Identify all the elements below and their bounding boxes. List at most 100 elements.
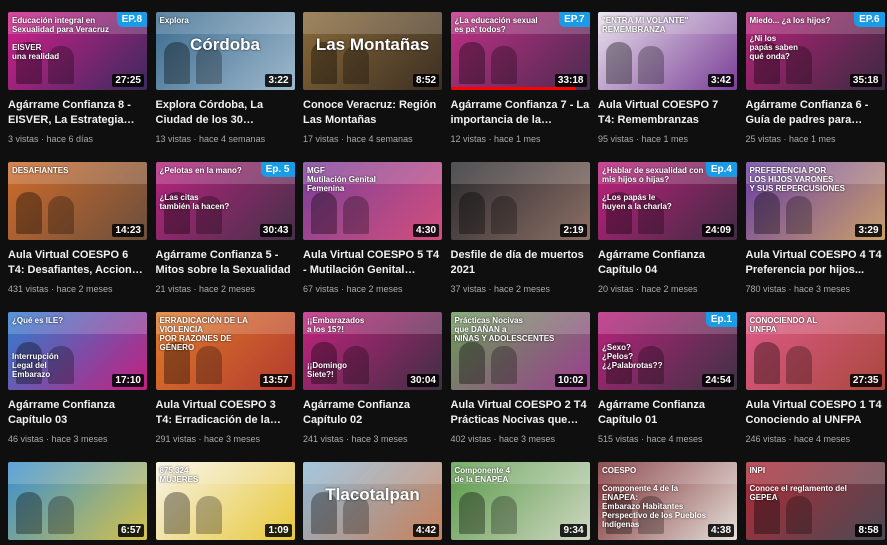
video-thumbnail[interactable]: Explora Córdoba 3:22 xyxy=(155,12,295,90)
video-title[interactable]: Aula Virtual COESPO 3 T4: Erradicación d… xyxy=(156,398,295,428)
video-title[interactable]: Aula Virtual COESPO 6 T4: Desafiantes, A… xyxy=(8,248,147,278)
video-card[interactable]: ¿Sexo? ¿Pelos? ¿¿Palabrotas?? Ep.1 24:54 Ag… xyxy=(598,312,737,462)
video-thumbnail[interactable]: ERRADICACIÓN DE LA VIOLENCIA POR RAZONES… xyxy=(155,312,295,390)
video-card[interactable]: COESPO Componente 4 de la ENAPEA: Embara… xyxy=(598,462,737,542)
video-thumbnail[interactable]: "ENTRA MI VOLANTE" REMEMBRANZA 3:42 xyxy=(598,12,737,90)
upload-age: hace 4 meses xyxy=(794,434,851,444)
video-title[interactable]: Aula Virtual COESPO 7 T4: Remembranzas xyxy=(598,98,737,128)
upload-age: hace 3 meses xyxy=(794,284,851,294)
video-thumbnail[interactable]: 2:19 xyxy=(450,162,590,240)
upload-age: hace 2 meses xyxy=(641,284,698,294)
video-card[interactable]: CONOCIENDO AL UNFPA 27:35 Aula Virtual COE… xyxy=(745,312,885,462)
video-card[interactable]: MGF Mutilación Genital Femenina 4:30 Aula … xyxy=(303,162,442,312)
video-card[interactable]: DESAFIANTES 14:23 Aula Virtual COESPO 6 T4… xyxy=(8,162,147,312)
video-card[interactable]: ¡¡Embarazados a los 15?! ¡¡Domingo Siete… xyxy=(303,312,442,462)
video-card[interactable]: Las Montañas 8:52 Conoce Veracruz: Región … xyxy=(303,12,442,162)
video-card[interactable]: ¿Hablar de sexualidad con mis hijos o hi… xyxy=(598,162,737,312)
upload-age: hace 3 meses xyxy=(51,434,108,444)
video-card[interactable]: 2:19 Desfile de día de muertos 2021 37 vis… xyxy=(450,162,590,312)
video-title[interactable]: Agárrame Confianza Capítulo 01 xyxy=(598,398,737,428)
thumbnail-figure xyxy=(458,42,485,84)
duration-badge: 30:04 xyxy=(407,374,439,387)
video-thumbnail[interactable]: 875,324 MUJERES 1:09 xyxy=(155,462,295,540)
video-thumbnail[interactable]: Miedo... ¿a los hijos? ¿Ni los papás sab… xyxy=(745,12,885,90)
thumbnail-figure xyxy=(785,196,812,234)
video-thumbnail[interactable]: PREFERENCIA POR LOS HIJOS VARONES Y SUS … xyxy=(745,162,885,240)
video-thumbnail[interactable]: ¿La educación sexual es pa' todos? EP.7 33… xyxy=(450,12,590,90)
thumbnail-banner xyxy=(303,12,442,34)
video-grid: Educación integral en Sexualidad para Ve… xyxy=(8,12,885,542)
video-thumbnail[interactable]: COESPO Componente 4 de la ENAPEA: Embara… xyxy=(598,462,737,540)
video-card[interactable]: "ENTRA MI VOLANTE" REMEMBRANZA 3:42 Aula V… xyxy=(598,12,737,162)
video-title[interactable]: Agárrame Confianza Capítulo 02 xyxy=(303,398,442,428)
video-card[interactable]: ¿Qué es ILE? Interrupción Legal del Emba… xyxy=(8,312,147,462)
video-title[interactable]: Aula Virtual COESPO 2 T4 Prácticas Nociv… xyxy=(451,398,590,428)
video-thumbnail[interactable]: INPI Conoce el reglamento del GEPEA 8:58 xyxy=(745,462,885,540)
video-title[interactable]: Agárrame Confianza Capítulo 04 xyxy=(598,248,737,278)
video-title[interactable]: Aula Virtual COESPO 5 T4 - Mutilación Ge… xyxy=(303,248,442,278)
view-count: 37 vistas xyxy=(450,284,487,294)
video-thumbnail[interactable]: ¿Hablar de sexualidad con mis hijos o hi… xyxy=(598,162,737,240)
duration-badge: 3:42 xyxy=(707,74,734,87)
video-card[interactable]: ERRADICACIÓN DE LA VIOLENCIA POR RAZONES… xyxy=(155,312,295,462)
duration-badge: 33:18 xyxy=(554,74,587,87)
video-card[interactable]: INPI Conoce el reglamento del GEPEA 8:58 xyxy=(745,462,885,542)
video-title[interactable]: Agárrame Confianza 7 - La importancia de… xyxy=(451,98,590,128)
thumbnail-text: 875,324 MUJERES xyxy=(159,466,199,484)
thumbnail-text: ¿Pelotas en la mano? ¿Las citas también … xyxy=(159,166,242,211)
video-thumbnail[interactable]: Componente 4 de la ENAPEA 9:34 xyxy=(450,462,590,540)
video-title[interactable]: Desfile de día de muertos 2021 xyxy=(451,248,590,278)
video-thumbnail[interactable]: Educación integral en Sexualidad para Ve… xyxy=(8,12,147,90)
video-title[interactable]: Agárrame Confianza 6 - Guía de padres pa… xyxy=(746,98,885,128)
video-title[interactable]: Aula Virtual COESPO 4 T4 Preferencia por… xyxy=(746,248,885,278)
thumbnail-figure xyxy=(490,346,517,384)
watch-progress-bar xyxy=(450,87,576,90)
view-count: 25 vistas xyxy=(745,134,782,144)
video-thumbnail[interactable]: Las Montañas 8:52 xyxy=(303,12,442,90)
duration-badge: 30:43 xyxy=(259,224,292,237)
video-thumbnail[interactable]: ¿Pelotas en la mano? ¿Las citas también … xyxy=(155,162,295,240)
video-card[interactable]: 6:57 xyxy=(8,462,147,542)
video-thumbnail[interactable]: Tlacotalpan 4:42 xyxy=(303,462,442,540)
video-thumbnail[interactable]: Prácticas Nocivas que DAÑAN a NIÑAS Y AD… xyxy=(450,312,590,390)
upload-age: hace 3 meses xyxy=(351,434,408,444)
video-card[interactable]: Educación integral en Sexualidad para Ve… xyxy=(8,12,147,162)
duration-badge: 8:58 xyxy=(855,524,882,537)
video-thumbnail[interactable]: CONOCIENDO AL UNFPA 27:35 xyxy=(745,312,885,390)
view-count: 21 vistas xyxy=(155,284,192,294)
video-title[interactable]: Explora Córdoba, La Ciudad de los 30 Cab… xyxy=(156,98,295,128)
view-count: 431 vistas xyxy=(8,284,49,294)
video-thumbnail[interactable]: MGF Mutilación Genital Femenina 4:30 xyxy=(303,162,442,240)
video-card[interactable]: ¿La educación sexual es pa' todos? EP.7 33… xyxy=(450,12,590,162)
video-title[interactable]: Agárrame Confianza 8 - EISVER, La Estrat… xyxy=(8,98,147,128)
video-thumbnail[interactable]: ¿Sexo? ¿Pelos? ¿¿Palabrotas?? Ep.1 24:54 xyxy=(598,312,737,390)
duration-badge: 10:02 xyxy=(554,374,587,387)
video-card[interactable]: Miedo... ¿a los hijos? ¿Ni los papás sab… xyxy=(745,12,885,162)
thumbnail-text: ¿La educación sexual es pa' todos? xyxy=(454,16,538,34)
video-card[interactable]: Prácticas Nocivas que DAÑAN a NIÑAS Y AD… xyxy=(450,312,590,462)
meta-separator: · xyxy=(196,434,205,444)
video-title[interactable]: Conoce Veracruz: Región Las Montañas xyxy=(303,98,442,128)
video-card[interactable]: Tlacotalpan 4:42 xyxy=(303,462,442,542)
video-title[interactable]: Aula Virtual COESPO 1 T4 Conociendo al U… xyxy=(746,398,885,428)
thumbnail-figure xyxy=(753,192,780,234)
video-thumbnail[interactable]: 6:57 xyxy=(8,462,147,540)
video-meta: 25 vistas · hace 1 mes xyxy=(746,134,885,144)
duration-badge: 4:30 xyxy=(412,224,439,237)
thumbnail-banner xyxy=(8,462,147,484)
thumbnail-figure xyxy=(490,46,517,84)
video-thumbnail[interactable]: DESAFIANTES 14:23 xyxy=(8,162,147,240)
video-card[interactable]: Explora Córdoba 3:22 Explora Córdoba, La Ci… xyxy=(155,12,295,162)
video-title[interactable]: Agárrame Confianza 5 - Mitos sobre la Se… xyxy=(156,248,295,278)
thumbnail-text: MGF Mutilación Genital Femenina xyxy=(307,166,376,193)
video-card[interactable]: 875,324 MUJERES 1:09 xyxy=(155,462,295,542)
video-card[interactable]: PREFERENCIA POR LOS HIJOS VARONES Y SUS … xyxy=(745,162,885,312)
video-thumbnail[interactable]: ¿Qué es ILE? Interrupción Legal del Emba… xyxy=(8,312,147,390)
duration-badge: 9:34 xyxy=(560,524,587,537)
video-meta: 37 vistas · hace 2 meses xyxy=(451,284,590,294)
video-thumbnail[interactable]: ¡¡Embarazados a los 15?! ¡¡Domingo Siete… xyxy=(303,312,442,390)
video-card[interactable]: Componente 4 de la ENAPEA 9:34 xyxy=(450,462,590,542)
video-card[interactable]: ¿Pelotas en la mano? ¿Las citas también … xyxy=(155,162,295,312)
video-title[interactable]: Agárrame Confianza Capítulo 03 xyxy=(8,398,147,428)
view-count: 17 vistas xyxy=(303,134,339,144)
